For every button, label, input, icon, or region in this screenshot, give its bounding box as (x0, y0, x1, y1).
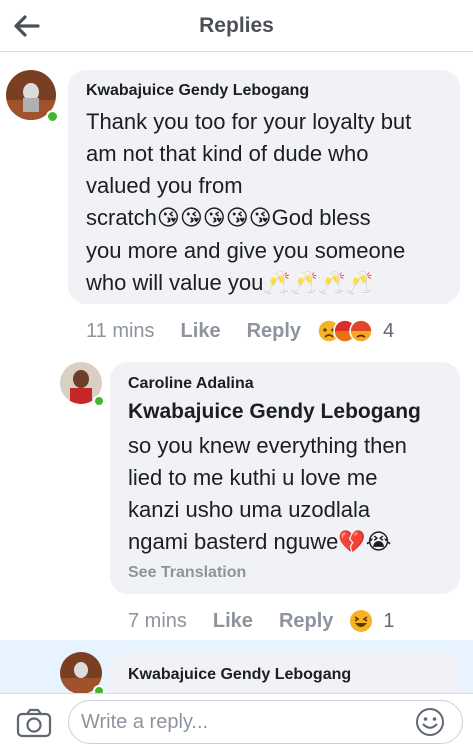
comment-author[interactable]: Kwabajuice Gendy Lebogang (128, 666, 351, 684)
highlighted-comment: Kwabajuice Gendy Lebogang (0, 640, 473, 695)
reaction-summary[interactable] (317, 319, 373, 343)
angry-icon (349, 319, 373, 343)
avatar[interactable] (6, 70, 59, 123)
comment-time: 7 mins (128, 609, 187, 632)
comment-meta: 7 mins Like Reply 1 (128, 609, 395, 633)
comment-meta: 11 mins Like Reply 4 (86, 319, 394, 343)
comment-time: 11 mins (86, 319, 155, 342)
comment-text: so you knew everything then lied to me k… (128, 433, 407, 555)
reply-composer (0, 693, 473, 751)
smiley-icon (416, 708, 444, 736)
reaction-count: 4 (383, 319, 395, 342)
page-title: Replies (199, 14, 274, 37)
header-bar: Replies (0, 0, 473, 52)
avatar[interactable] (60, 362, 105, 407)
camera-icon (16, 708, 52, 738)
comment-author[interactable]: Caroline Adalina (128, 375, 254, 393)
reply-button[interactable]: Reply (247, 320, 301, 343)
online-status-dot (46, 110, 59, 123)
camera-button[interactable] (16, 708, 52, 738)
see-translation-link[interactable]: See Translation (128, 564, 246, 582)
comment-author[interactable]: Kwabajuice Gendy Lebogang (86, 82, 309, 100)
kiss-emoji: 😘😘😘😘😘 (156, 206, 272, 231)
cheers-emoji: 🥂🥂🥂🥂 (263, 271, 373, 296)
reaction-summary[interactable] (349, 609, 373, 633)
reply-input[interactable] (68, 700, 463, 744)
comment-text: Thank you too for your loyalty but am no… (86, 109, 412, 296)
like-button[interactable]: Like (181, 320, 221, 343)
like-button[interactable]: Like (213, 610, 253, 633)
heartbreak-emoji: 💔😭 (338, 530, 392, 555)
online-status-dot (93, 395, 105, 407)
emoji-button[interactable] (414, 706, 446, 738)
reaction-count: 1 (383, 609, 395, 632)
haha-icon (350, 610, 373, 632)
mention-link[interactable]: Kwabajuice Gendy Lebogang (128, 400, 421, 424)
avatar[interactable] (60, 652, 105, 695)
reply-button[interactable]: Reply (279, 610, 333, 633)
